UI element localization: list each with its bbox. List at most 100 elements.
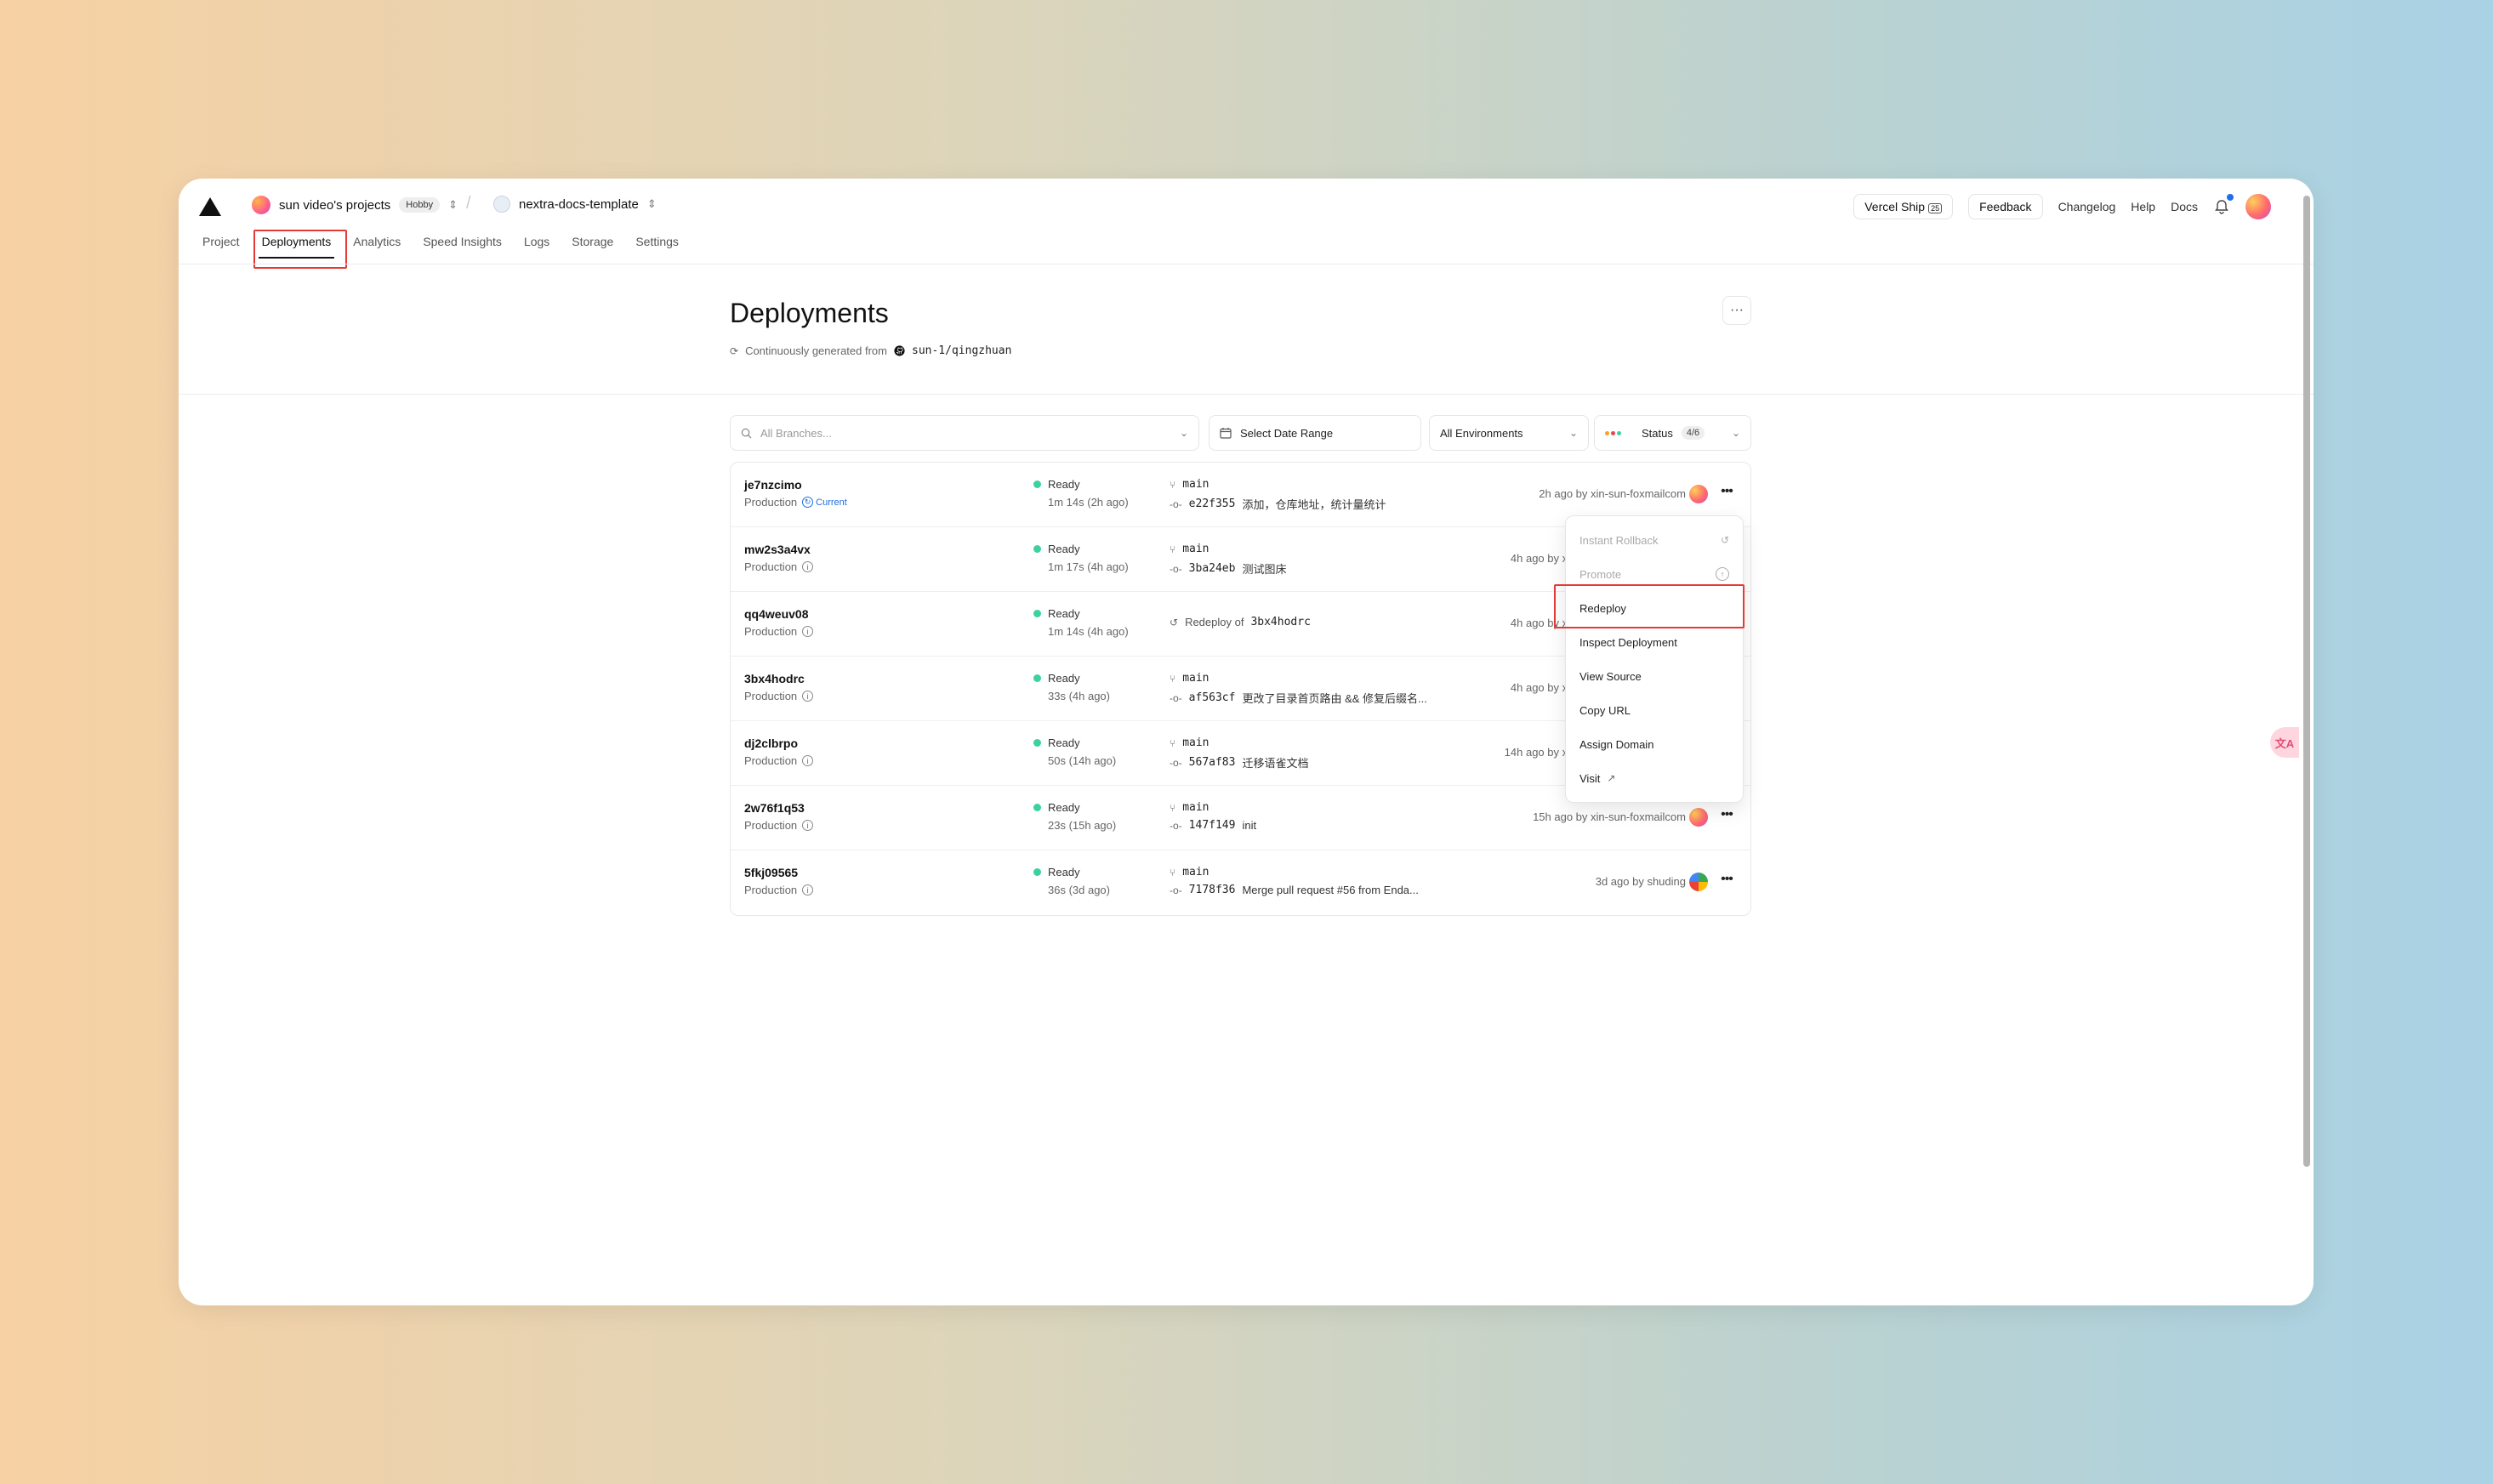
git-commit-icon: -o- [1170,884,1182,896]
menu-item-assign-domain[interactable]: Assign Domain [1566,727,1743,761]
vercel-ship-button[interactable]: Vercel Ship 25 [1853,194,1954,219]
info-icon[interactable]: i [802,561,814,572]
branch[interactable]: ⑂ main [1170,801,1210,814]
project-switcher[interactable]: nextra-docs-template ⇕ [493,196,657,213]
ready-dot [1033,674,1041,682]
branch[interactable]: ⑂ main [1170,543,1210,555]
menu-item-label: Assign Domain [1579,737,1654,751]
tab-project[interactable]: Project [202,235,240,259]
user-avatar[interactable] [2245,194,2271,219]
commit[interactable]: -o- 567af83 迁移语雀文档 [1170,754,1308,770]
row-more-button[interactable]: ••• [1716,805,1737,825]
page-title: Deployments [730,298,889,328]
deployment-id[interactable]: 2w76f1q53 [744,801,805,815]
deployment-env: Production i [744,754,814,767]
chevron-down-icon: ⌄ [1731,427,1740,439]
current-label: Current [816,497,847,508]
help-link[interactable]: Help [2131,200,2155,213]
ready-dot [1033,804,1041,811]
menu-item-view-source[interactable]: View Source [1566,659,1743,693]
branch-name: main [1182,543,1210,555]
git-commit-icon: -o- [1170,819,1182,832]
tab-settings[interactable]: Settings [635,235,679,259]
status: Ready [1033,607,1080,620]
info-icon[interactable]: i [802,755,814,766]
branch[interactable]: ⑂ main [1170,672,1210,685]
row-more-button[interactable]: ••• [1716,869,1737,890]
status-text: Ready [1048,866,1080,878]
commit-hash: af563cf [1188,691,1236,704]
menu-item-label: Instant Rollback [1579,533,1659,547]
git-commit-icon: -o- [1170,691,1182,704]
menu-item-visit[interactable]: Visit ↗ [1566,761,1743,795]
changelog-link[interactable]: Changelog [2058,200,2116,213]
tab-logs[interactable]: Logs [524,235,549,259]
commit[interactable]: -o- 7178f36 Merge pull request #56 from En… [1170,884,1419,896]
docs-link[interactable]: Docs [2171,200,2198,213]
date-range-picker[interactable]: Select Date Range [1209,415,1421,451]
table-row[interactable]: 5fkj09565 Production i Ready 36s (3d ago)… [731,850,1750,915]
tab-speed-insights[interactable]: Speed Insights [423,235,502,259]
commit[interactable]: -o- 147f149 init [1170,819,1256,832]
duration: 36s (3d ago) [1048,884,1110,896]
status-count-badge: 4/6 [1681,426,1705,440]
info-icon[interactable]: i [802,626,814,637]
translate-button[interactable]: 文A [2270,727,2299,758]
deployment-id[interactable]: mw2s3a4vx [744,543,811,556]
current-icon: ↻ [802,497,814,508]
deployment-id[interactable]: qq4weuv08 [744,607,808,621]
git-commit-icon: -o- [1170,756,1182,769]
row-more-button[interactable]: ••• [1716,481,1737,502]
commit[interactable]: -o- 3ba24eb 测试图床 [1170,560,1286,577]
github-icon [894,345,905,356]
tab-analytics[interactable]: Analytics [353,235,401,259]
status-text: Ready [1048,607,1080,620]
git-commit-icon: -o- [1170,498,1182,510]
scrollbar[interactable] [2303,196,2310,1167]
git-commit-icon: -o- [1170,562,1182,575]
notifications-bell-icon[interactable] [2213,194,2234,215]
vercel-ship-label: Vercel Ship [1864,200,1926,213]
redeploy-source-link[interactable]: 3bx4hodrc [1250,616,1310,628]
deployment-id[interactable]: 5fkj09565 [744,866,798,879]
deployed-by: 2h ago by xin-sun-foxmailcom [1539,487,1686,500]
ready-dot [1033,610,1041,617]
feedback-button[interactable]: Feedback [1968,194,2043,219]
deployment-id[interactable]: je7nzcimo [744,478,802,492]
project-name: nextra-docs-template [519,196,639,212]
promote-icon: ↑ [1716,567,1729,581]
info-icon[interactable]: i [802,884,814,896]
commit-message: 添加，仓库地址，统计量统计 [1242,498,1386,511]
environment-select[interactable]: All Environments ⌄ [1429,415,1589,451]
env-label: Production [744,625,798,638]
menu-item-copy-url[interactable]: Copy URL [1566,693,1743,727]
branch[interactable]: ⑂ main [1170,478,1210,491]
vercel-logo-icon[interactable] [199,197,221,216]
branch[interactable]: ⑂ main [1170,736,1210,749]
menu-item-instant-rollback[interactable]: Instant Rollback ↺ [1566,523,1743,557]
external-link-icon: ↗ [1607,772,1616,784]
commit-hash: 147f149 [1188,819,1236,832]
team-switcher[interactable]: sun video's projects Hobby ⇕ [252,196,458,214]
tab-storage[interactable]: Storage [572,235,613,259]
top-right-nav: Vercel Ship 25 Feedback Changelog Help Do… [1853,194,2271,219]
info-icon[interactable]: i [802,820,814,831]
deployment-id[interactable]: 3bx4hodrc [744,672,805,685]
top-bar: sun video's projects Hobby ⇕ / nextra-do… [179,179,2314,269]
rollback-icon: ↺ [1720,534,1729,546]
branch-search-placeholder: All Branches... [760,426,832,440]
branch-search-input[interactable]: All Branches... ⌄ [730,415,1199,451]
menu-item-inspect-deployment[interactable]: Inspect Deployment [1566,625,1743,659]
commit[interactable]: -o-e22f355 添加，仓库地址，统计量统计 [1170,496,1386,512]
commit[interactable]: -o-af563cf 更改了目录首页路由 && 修复后缀名... [1170,690,1427,706]
status: Ready [1033,736,1080,749]
duration: 1m 14s (4h ago) [1048,625,1129,638]
info-icon[interactable]: i [802,691,814,702]
deployment-id[interactable]: dj2clbrpo [744,736,798,750]
page-more-button[interactable]: ··· [1722,296,1751,325]
repo-link[interactable]: sun-1/qingzhuan [912,344,1011,357]
author-avatar [1689,485,1708,503]
duration: 33s (4h ago) [1048,690,1110,702]
status-filter[interactable]: Status 4/6 ⌄ [1594,415,1751,451]
branch[interactable]: ⑂ main [1170,866,1210,878]
